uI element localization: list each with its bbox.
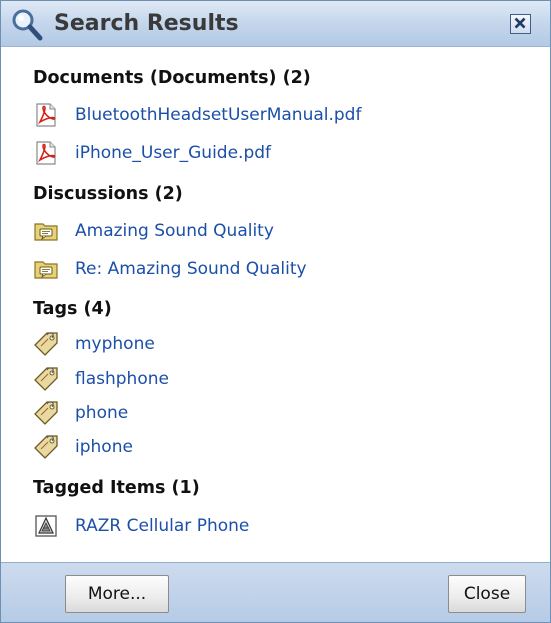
discussion-folder-icon bbox=[34, 223, 58, 241]
tag-icon bbox=[34, 332, 58, 356]
tagged-items-section-header: Tagged Items (1) bbox=[33, 478, 200, 498]
tag-link[interactable]: flashphone bbox=[75, 369, 169, 389]
pdf-icon bbox=[36, 103, 56, 127]
tagged-item-icon bbox=[35, 515, 57, 537]
document-link[interactable]: BluetoothHeadsetUserManual.pdf bbox=[75, 105, 361, 125]
tag-icon bbox=[34, 367, 58, 391]
search-results-window: Search Results Documents (Documents) (2)… bbox=[0, 0, 551, 623]
tag-icon bbox=[34, 435, 58, 459]
discussion-link[interactable]: Amazing Sound Quality bbox=[75, 221, 274, 241]
close-window-button[interactable] bbox=[510, 14, 531, 34]
results-list: Documents (Documents) (2) BluetoothHeads… bbox=[1, 48, 550, 561]
tagged-item-link[interactable]: RAZR Cellular Phone bbox=[75, 516, 249, 536]
tag-link[interactable]: phone bbox=[75, 403, 128, 423]
dialog-footer: More... Close bbox=[1, 562, 550, 622]
more-button[interactable]: More... bbox=[65, 575, 169, 613]
titlebar: Search Results bbox=[1, 1, 550, 47]
close-button[interactable]: Close bbox=[448, 575, 526, 613]
tag-icon bbox=[34, 401, 58, 425]
tag-link[interactable]: iphone bbox=[75, 437, 133, 457]
window-title: Search Results bbox=[54, 11, 239, 36]
search-icon bbox=[12, 9, 43, 41]
pdf-icon bbox=[36, 141, 56, 165]
document-link[interactable]: iPhone_User_Guide.pdf bbox=[75, 143, 271, 163]
documents-section-header: Documents (Documents) (2) bbox=[33, 68, 311, 88]
discussion-link[interactable]: Re: Amazing Sound Quality bbox=[75, 259, 307, 279]
tag-link[interactable]: myphone bbox=[75, 334, 155, 354]
discussion-folder-icon bbox=[34, 261, 58, 279]
tags-section-header: Tags (4) bbox=[33, 299, 112, 319]
close-icon bbox=[514, 17, 526, 29]
discussions-section-header: Discussions (2) bbox=[33, 184, 183, 204]
